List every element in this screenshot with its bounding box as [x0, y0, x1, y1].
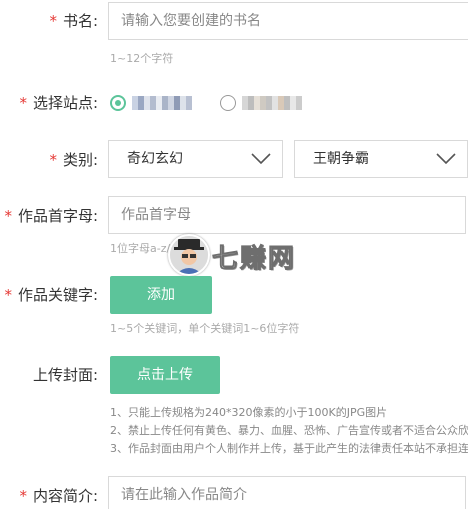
- required-mark: *: [49, 151, 57, 169]
- watermark-text: 七赚网: [211, 244, 297, 275]
- book-create-form: * 书名: 请输入您要创建的书名 1~12个字符 * 选择站点: * 类别: 奇幻玄幻…: [0, 0, 468, 509]
- initial-input[interactable]: 作品首字母: [108, 196, 466, 234]
- site-label: * 选择站点:: [19, 94, 98, 112]
- required-mark: *: [19, 487, 27, 505]
- category-label: * 类别:: [49, 151, 98, 169]
- cover-note-2: 2、禁止上传任何有黄色、暴力、血腥、恐怖、广告宣传或者不适合公众欣赏的图片: [110, 424, 468, 437]
- category-secondary-value: 王朝争霸: [313, 151, 369, 167]
- required-mark: *: [4, 207, 12, 225]
- chevron-down-icon: [251, 153, 271, 165]
- cover-note-3: 3、作品封面由用户个人制作并上传，基于此产生的法律责任本站不承担连带责任: [110, 442, 468, 455]
- cover-label: 上传封面:: [32, 366, 98, 384]
- watermark-avatar: [168, 234, 210, 276]
- site-option-1-blurred-label: [132, 96, 192, 110]
- intro-textarea[interactable]: 请在此输入作品简介: [108, 476, 466, 509]
- book-name-hint: 1~12个字符: [110, 52, 174, 65]
- intro-label: * 内容简介:: [19, 487, 98, 505]
- chevron-down-icon: [436, 153, 456, 165]
- upload-cover-button[interactable]: 点击上传: [110, 356, 220, 394]
- book-name-input[interactable]: 请输入您要创建的书名: [108, 2, 468, 40]
- initial-label: * 作品首字母:: [4, 207, 98, 225]
- add-keyword-button[interactable]: 添加: [110, 276, 212, 314]
- site-option-2-blurred-label: [242, 96, 302, 110]
- required-mark: *: [4, 286, 12, 304]
- book-name-label: * 书名:: [49, 12, 98, 30]
- cover-note-1: 1、只能上传规格为240*320像素的小于100K的JPG图片: [110, 406, 388, 419]
- watermark: 七赚网: [168, 234, 298, 276]
- avatar-icon: [170, 236, 208, 274]
- site-radio-option-1[interactable]: [110, 95, 126, 111]
- required-mark: *: [19, 94, 27, 112]
- category-primary-value: 奇幻玄幻: [127, 151, 183, 167]
- category-secondary-select[interactable]: 王朝争霸: [294, 140, 468, 178]
- required-mark: *: [49, 12, 57, 30]
- category-primary-select[interactable]: 奇幻玄幻: [108, 140, 283, 178]
- keywords-hint: 1~5个关键词，单个关键词1~6位字符: [110, 322, 300, 335]
- cover-notes: 1、只能上传规格为240*320像素的小于100K的JPG图片 2、禁止上传任何…: [110, 404, 468, 458]
- site-radio-option-2[interactable]: [220, 95, 236, 111]
- keywords-label: * 作品关键字:: [4, 286, 98, 304]
